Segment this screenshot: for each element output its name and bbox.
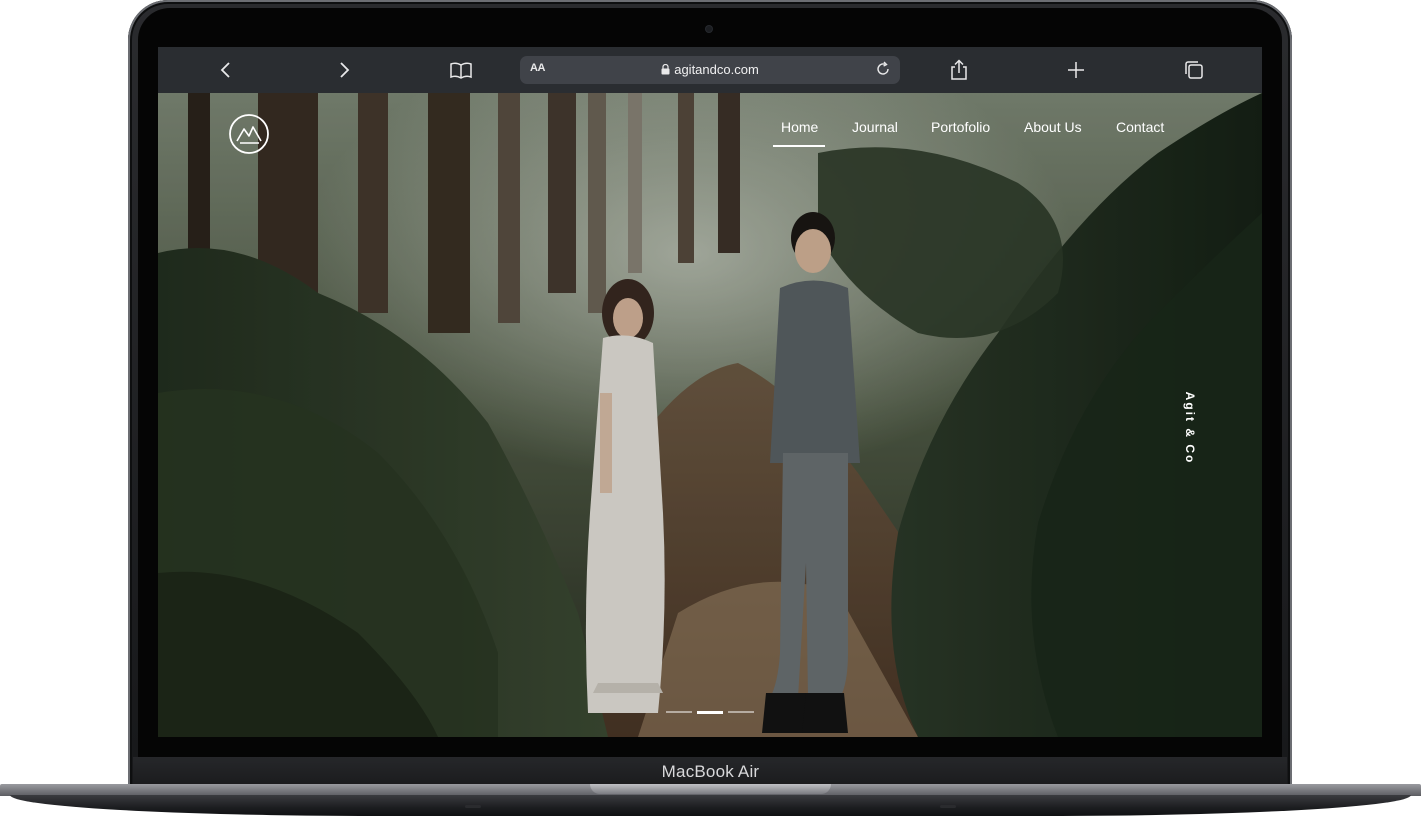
- model-label: MacBook Air: [661, 762, 760, 781]
- nav-item-home[interactable]: Home: [781, 119, 818, 135]
- laptop-base: [10, 795, 1411, 816]
- hero-section: Home Journal Portofolio About Us Contact…: [158, 93, 1262, 737]
- share-icon[interactable]: [946, 57, 972, 83]
- plus-icon[interactable]: [1063, 57, 1089, 83]
- slider-dot-2[interactable]: [697, 711, 723, 714]
- nav-item-journal[interactable]: Journal: [852, 119, 898, 135]
- chevron-left-icon[interactable]: [213, 57, 239, 83]
- lid-opening-notch: [590, 784, 831, 794]
- laptop-foot: [940, 805, 956, 808]
- address-bar[interactable]: AA agitandco.com: [520, 56, 900, 84]
- nav-item-contact[interactable]: Contact: [1116, 119, 1164, 135]
- book-icon[interactable]: [448, 57, 474, 83]
- vertical-brand: Agit & Co: [1170, 391, 1210, 465]
- screen: AA agitandco.com Home Journal Portofolio…: [158, 47, 1262, 737]
- slider-dot-1[interactable]: [666, 711, 692, 713]
- active-nav-indicator: [773, 145, 825, 147]
- main-nav: Home Journal Portofolio About Us Contact: [158, 119, 1262, 143]
- camera-icon: [706, 26, 712, 32]
- vertical-brand-text: Agit & Co: [1183, 391, 1197, 465]
- couple-in-forest-path-photo: [158, 93, 1262, 737]
- url-text: agitandco.com: [674, 62, 759, 77]
- reload-icon[interactable]: [874, 60, 892, 83]
- nav-item-portfolio[interactable]: Portofolio: [931, 119, 990, 135]
- slider-dot-3[interactable]: [728, 711, 754, 713]
- chevron-right-icon[interactable]: [331, 57, 357, 83]
- lock-icon: [661, 64, 670, 75]
- tabs-icon[interactable]: [1181, 57, 1207, 83]
- nav-item-about-us[interactable]: About Us: [1024, 119, 1082, 135]
- browser-toolbar: AA agitandco.com: [158, 47, 1262, 93]
- laptop-foot: [465, 805, 481, 808]
- slider-dots: [666, 711, 756, 715]
